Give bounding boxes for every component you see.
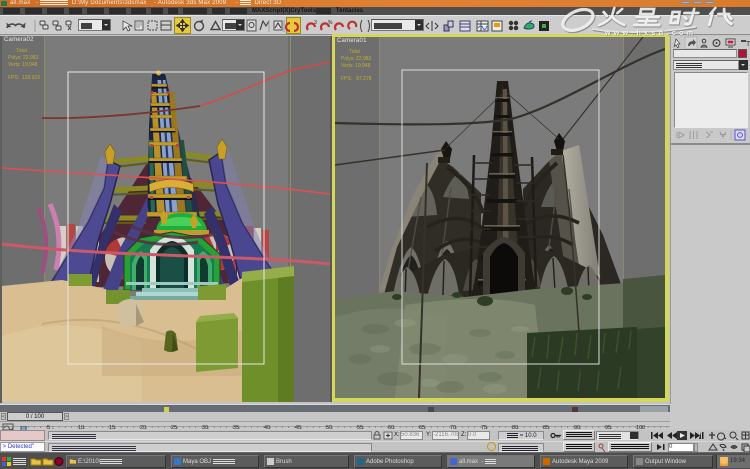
svg-text:3: 3: [314, 20, 317, 26]
svg-text:www.hxsd.com: www.hxsd.com: [604, 30, 697, 37]
svg-text:%: %: [328, 20, 333, 26]
svg-text:T: T: [746, 41, 750, 48]
